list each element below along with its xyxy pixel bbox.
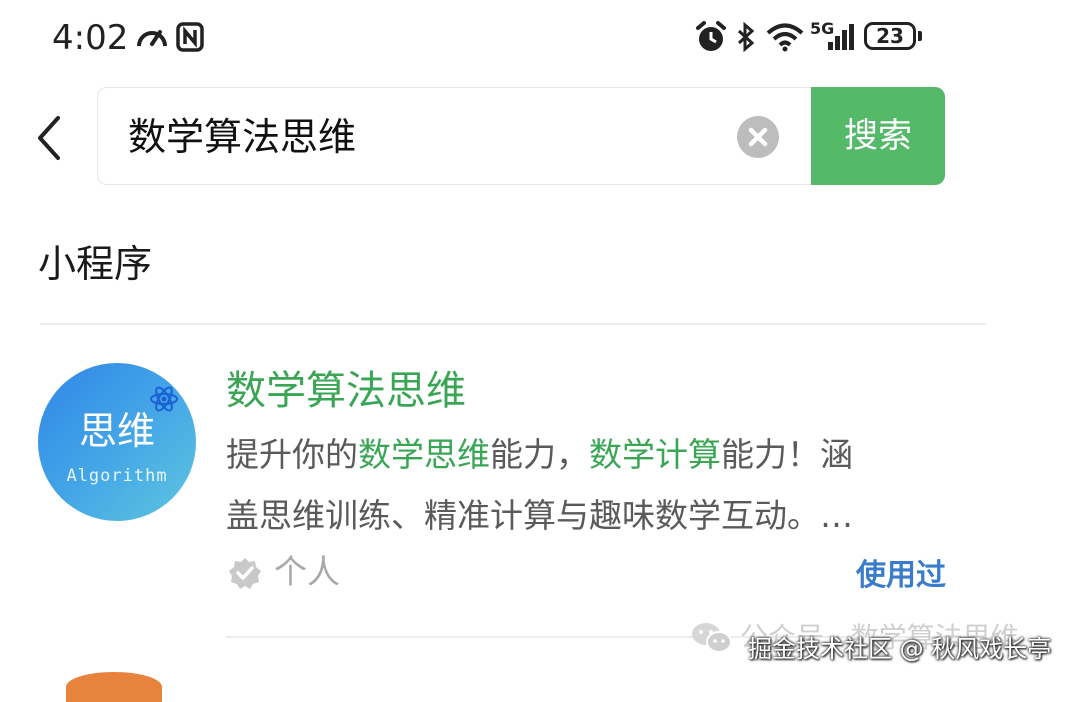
result-description-line2: 盖思维训练、精准计算与趣味数学互动。… [226,496,853,535]
battery-indicator: 23 [864,22,916,50]
description-highlight: 数学思维 [358,435,490,474]
next-result-avatar[interactable] [66,672,162,702]
chevron-left-icon [38,116,60,160]
logo-text: 思维 [78,409,155,453]
nfc-icon [174,16,206,58]
clear-button[interactable] [737,116,779,158]
description-text: 能力， [490,435,589,474]
back-button[interactable] [30,112,70,164]
status-time: 4:02 [52,18,129,58]
verified-badge-icon [228,556,262,590]
speedometer-icon [134,16,170,58]
atom-icon [148,383,180,415]
result-title[interactable]: 数学算法思维 [226,364,466,418]
bluetooth-icon [734,16,758,58]
divider [40,323,986,325]
battery-tip [918,31,922,41]
clear-circle-icon [748,127,768,147]
result-description: 提升你的数学思维能力，数学计算能力！涵 [226,436,938,473]
search-input[interactable]: 数学算法思维 [128,112,356,162]
signal-icon [826,16,856,58]
alarm-icon [692,16,730,58]
description-text: 提升你的 [226,435,358,474]
author-label: 个人 [274,552,340,591]
wechat-icon [690,620,734,656]
section-title: 小程序 [38,242,153,286]
mini-program-logo[interactable]: 思维 Algorithm [38,363,196,521]
used-badge: 使用过 [856,558,946,593]
platform-watermark: 掘金技术社区 @ 秋风戏长亭 [748,635,1052,663]
search-button[interactable]: 搜索 [811,87,945,185]
wifi-icon [764,16,806,58]
logo-subtext: Algorithm [66,466,168,486]
description-text: 能力！涵 [721,435,853,474]
description-highlight: 数学计算 [589,435,721,474]
